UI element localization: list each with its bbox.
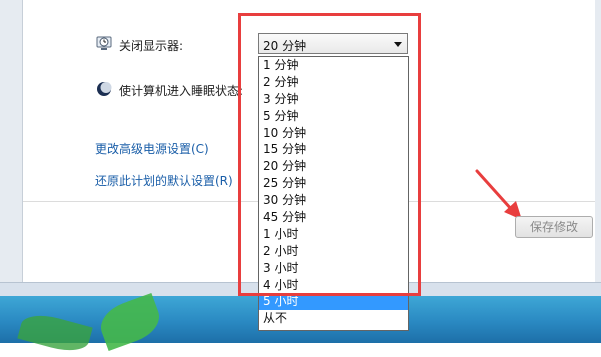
select-value: 20 分钟 [263, 39, 307, 53]
display-off-label: 关闭显示器: [119, 39, 184, 53]
dropdown-option[interactable]: 3 小时 [259, 260, 408, 277]
sleep-label: 使计算机进入睡眠状态: [119, 84, 244, 98]
save-changes-button[interactable]: 保存修改 [515, 216, 593, 238]
window-right-border [595, 0, 601, 296]
dropdown-option[interactable]: 1 小时 [259, 226, 408, 243]
dropdown-option[interactable]: 2 分钟 [259, 74, 408, 91]
dropdown-list[interactable]: 1 分钟 2 分钟 3 分钟 5 分钟 10 分钟 15 分钟 20 分钟 25 分钟 30 分… [258, 56, 409, 331]
advanced-power-settings-link[interactable]: 更改高级电源设置(C) [95, 140, 209, 157]
dropdown-option[interactable]: 1 分钟 [259, 57, 408, 74]
dropdown-option[interactable]: 3 分钟 [259, 91, 408, 108]
display-off-select[interactable]: 20 分钟 [258, 33, 408, 54]
dropdown-option[interactable]: 25 分钟 [259, 175, 408, 192]
restore-defaults-link[interactable]: 还原此计划的默认设置(R) [95, 172, 233, 189]
chevron-down-icon[interactable] [394, 42, 402, 47]
dropdown-option[interactable]: 30 分钟 [259, 192, 408, 209]
dropdown-option[interactable]: 5 分钟 [259, 108, 408, 125]
dropdown-option[interactable]: 5 小时 [259, 293, 408, 311]
dropdown-option[interactable]: 10 分钟 [259, 125, 408, 142]
monitor-clock-icon [96, 35, 112, 51]
dropdown-option[interactable]: 20 分钟 [259, 158, 408, 175]
dropdown-option[interactable]: 2 小时 [259, 243, 408, 260]
window-left-border [0, 0, 23, 296]
dropdown-option[interactable]: 45 分钟 [259, 209, 408, 226]
dropdown-option[interactable]: 4 小时 [259, 277, 408, 294]
moon-icon [96, 81, 112, 97]
dropdown-option[interactable]: 15 分钟 [259, 141, 408, 158]
dropdown-option[interactable]: 从不 [259, 310, 408, 327]
